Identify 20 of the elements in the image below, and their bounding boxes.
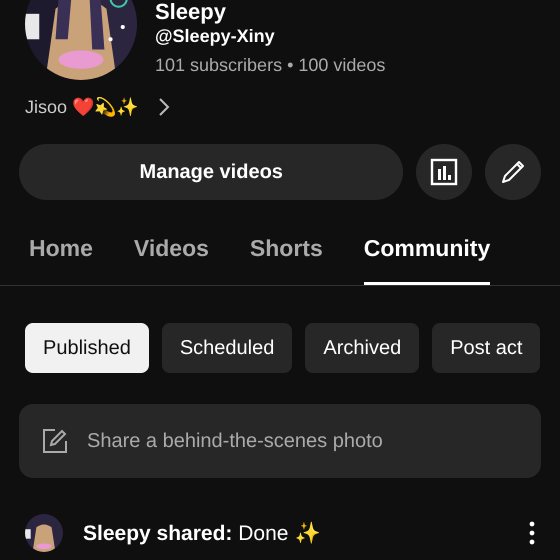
more-options-icon[interactable] xyxy=(529,521,535,545)
post-title: Sleepy shared: Done ✨ xyxy=(83,520,322,546)
filter-chip[interactable]: Archived xyxy=(305,323,420,373)
channel-description: Jisoo ❤💫✨ xyxy=(25,96,138,118)
filter-chip[interactable]: Published xyxy=(25,323,149,373)
chevron-right-icon[interactable] xyxy=(158,97,170,117)
bar-chart-icon xyxy=(430,158,458,186)
filter-chip[interactable]: Scheduled xyxy=(162,323,292,373)
manage-videos-button[interactable]: Manage videos xyxy=(19,144,404,200)
filter-chip[interactable]: Post act xyxy=(432,323,540,373)
channel-handle: @Sleepy-Xiny xyxy=(155,26,276,47)
compose-icon xyxy=(41,427,69,455)
post-composer[interactable]: Share a behind-the-scenes photo xyxy=(19,404,541,478)
tab[interactable]: Home xyxy=(29,235,93,285)
tab[interactable]: Community xyxy=(364,235,490,285)
channel-stats: 101 subscribers • 100 videos xyxy=(155,55,386,76)
tab[interactable]: Shorts xyxy=(250,235,323,285)
tab[interactable]: Videos xyxy=(134,235,209,285)
channel-name: Sleepy xyxy=(155,0,227,26)
composer-placeholder: Share a behind-the-scenes photo xyxy=(87,430,383,452)
